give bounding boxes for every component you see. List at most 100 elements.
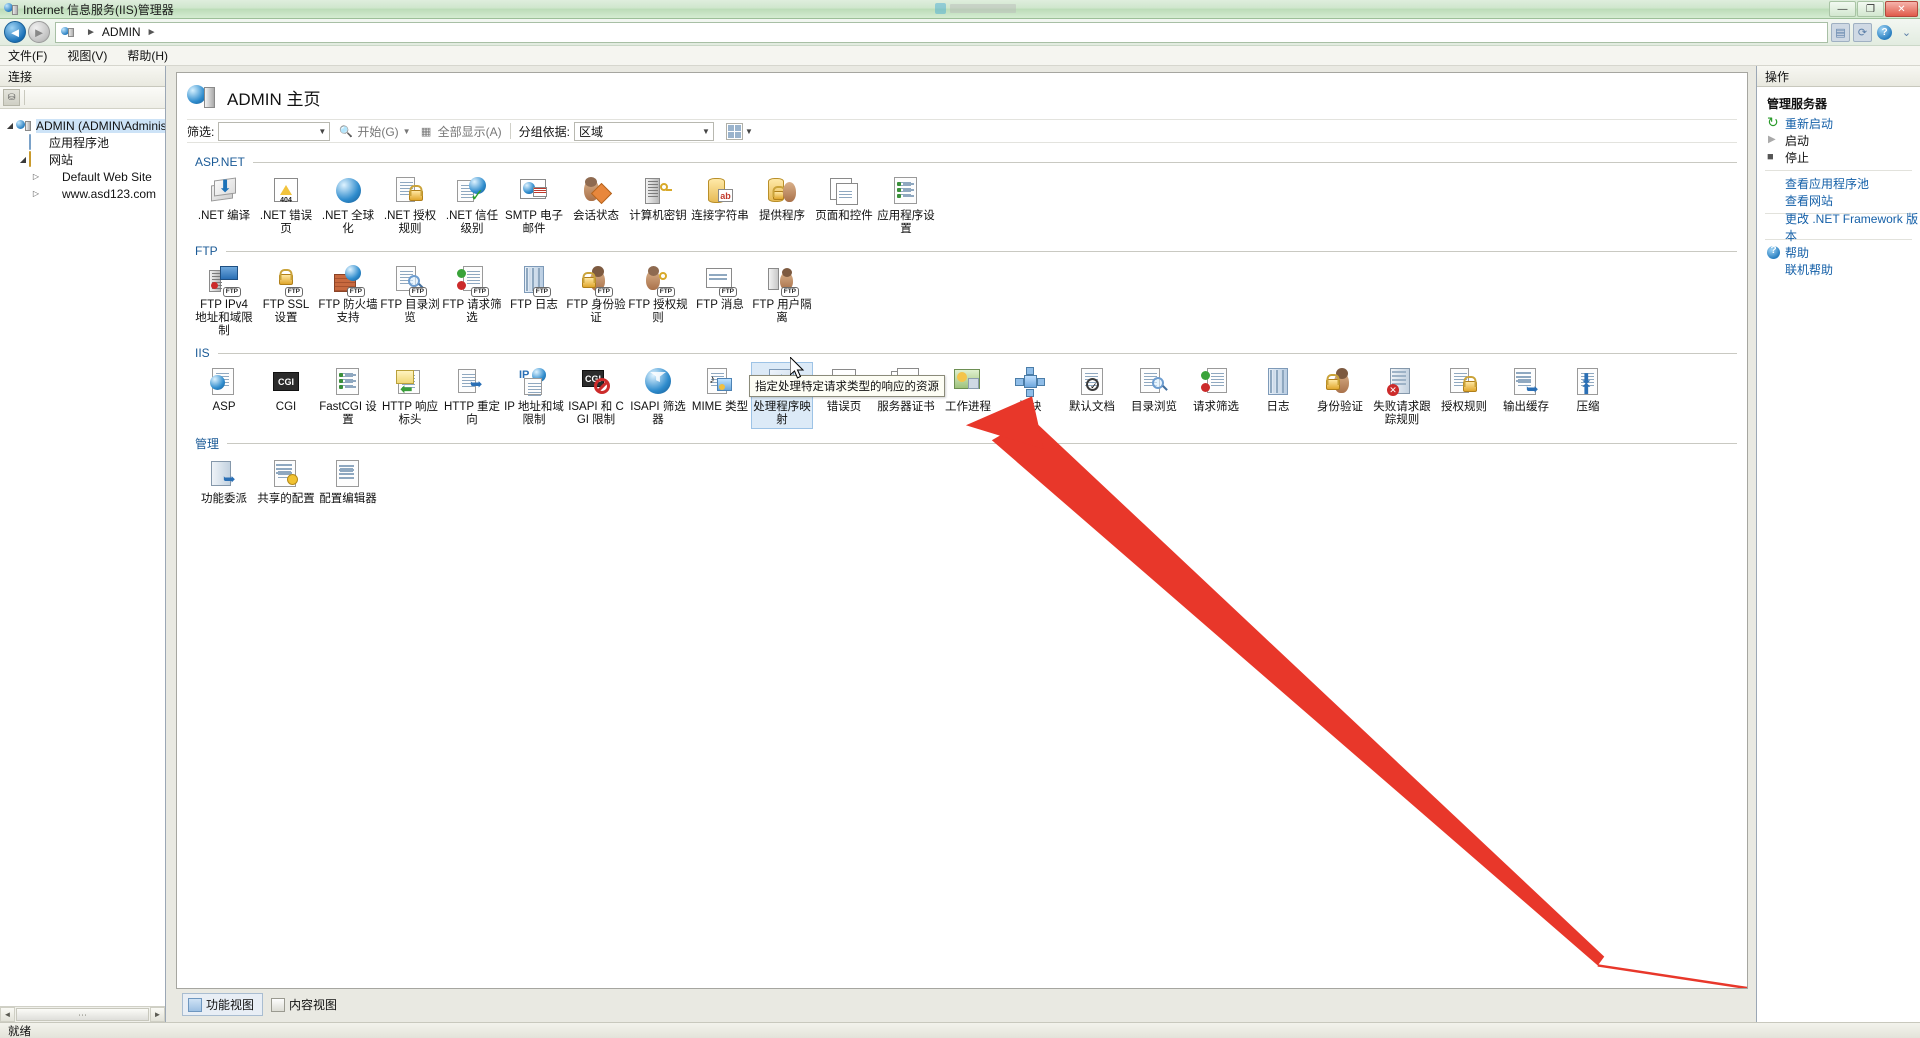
feature-item[interactable]: FTP FTP 身份验证 xyxy=(565,260,627,340)
feature-item[interactable]: FTP FTP IPv4 地址和域限制 xyxy=(193,260,255,340)
group-by-select[interactable]: 区域 ▼ xyxy=(573,121,714,141)
feature-item[interactable]: 计算机密钥 xyxy=(627,171,689,238)
go-button[interactable]: 🔍 开始(G) ▼ xyxy=(338,123,411,140)
tree-expander-icon[interactable]: ◢ xyxy=(4,121,16,130)
view-mode-button[interactable]: ▼ xyxy=(725,122,753,140)
forward-button[interactable]: ► xyxy=(28,21,50,43)
feature-item[interactable]: 提供程序 xyxy=(751,171,813,238)
help-icon[interactable]: ? xyxy=(1877,24,1892,40)
menu-item-file[interactable]: 文件(F) xyxy=(8,47,47,64)
feature-item[interactable]: FTP FTP 用户隔离 xyxy=(751,260,813,340)
action-item-0[interactable]: 重新启动 xyxy=(1757,114,1920,132)
feature-item[interactable]: 目录浏览 xyxy=(1123,362,1185,429)
tab-features-view[interactable]: 功能视图 xyxy=(182,993,264,1016)
tab-content-view[interactable]: 内容视图 xyxy=(265,993,346,1016)
feature-item[interactable]: FTP FTP 防火墙支持 xyxy=(317,260,379,340)
filter-input[interactable]: ▼ xyxy=(218,121,331,141)
feature-item[interactable]: SMTP 电子邮件 xyxy=(503,171,565,238)
feature-item[interactable]: 日志 xyxy=(1247,362,1309,429)
feature-item[interactable]: FTP FTP 目录浏览 xyxy=(379,260,441,340)
feature-item[interactable]: ab 连接字符串 xyxy=(689,171,751,238)
feature-item[interactable]: 模块 xyxy=(999,362,1061,429)
feature-item[interactable]: 请求筛选 xyxy=(1185,362,1247,429)
action-item-6[interactable]: 帮助 xyxy=(1757,244,1920,261)
hscroll-left-arrow[interactable]: ◄ xyxy=(0,1007,15,1022)
action-item-5[interactable]: 更改 .NET Framework 版本 xyxy=(1757,212,1920,243)
feature-item[interactable]: 共享的配置 xyxy=(255,454,317,508)
feature-item[interactable]: ✓ .NET 信任级别 xyxy=(441,171,503,238)
menu-item-help[interactable]: 帮助(H) xyxy=(127,47,168,64)
action-item-2[interactable]: 停止 xyxy=(1757,149,1920,166)
show-all-button[interactable]: ▦ 全部显示(A) xyxy=(419,123,502,140)
panel-toggle-icon[interactable]: ▤ xyxy=(1831,22,1850,42)
feature-item[interactable]: ASP xyxy=(193,362,255,429)
feature-item[interactable]: ✓ 默认文档 xyxy=(1061,362,1123,429)
help-icon-wrap[interactable]: ? xyxy=(1875,23,1894,42)
feature-item[interactable]: 工作进程 xyxy=(937,362,999,429)
connect-icon[interactable]: ⛁ xyxy=(3,89,20,106)
feature-item[interactable]: ⬅ HTTP 响应标头 xyxy=(379,362,441,429)
feature-item[interactable]: 授权规则 xyxy=(1433,362,1495,429)
close-button[interactable]: ✕ xyxy=(1885,1,1918,17)
connections-tree[interactable]: ◢ ADMIN (ADMIN\Administr 应用程序池 ◢ 网站 ▷ Default … xyxy=(0,109,165,1006)
feature-item[interactable]: 身份验证 xyxy=(1309,362,1371,429)
feature-item[interactable]: FTP FTP 消息 xyxy=(689,260,751,340)
go-dropdown-icon[interactable]: ▼ xyxy=(403,127,411,136)
ftp-logging-icon: FTP xyxy=(518,264,551,297)
feature-item[interactable]: ⬇ .NET 编译 xyxy=(193,171,255,238)
feature-item[interactable]: .NET 授权规则 xyxy=(379,171,441,238)
feature-item[interactable]: .NET 全球化 xyxy=(317,171,379,238)
feature-item[interactable]: ➥ 功能委派 xyxy=(193,454,255,508)
feature-item[interactable]: FTP FTP SSL 设置 xyxy=(255,260,317,340)
filter-dropdown-icon[interactable]: ▼ xyxy=(318,127,326,136)
breadcrumb[interactable]: ► ADMIN ► xyxy=(55,21,1828,43)
feature-item[interactable]: ➥ 输出缓存 xyxy=(1495,362,1557,429)
feature-item[interactable]: ✕ 失败请求跟踪规则 xyxy=(1371,362,1433,429)
tree-item-0[interactable]: ◢ ADMIN (ADMIN\Administr xyxy=(4,117,165,134)
action-item-1[interactable]: 启动 xyxy=(1757,132,1920,149)
tree-expander-icon[interactable]: ▷ xyxy=(30,172,42,181)
tree-item-3[interactable]: ▷ Default Web Site xyxy=(4,168,165,185)
feature-item[interactable]: CGI ISAPI 和 CGI 限制 xyxy=(565,362,627,429)
refresh-icon[interactable]: ⟳ xyxy=(1853,22,1872,42)
feature-item[interactable]: ISAPI 筛选器 xyxy=(627,362,689,429)
tree-item-4[interactable]: ▷ www.asd123.com xyxy=(4,185,165,202)
back-button[interactable]: ◄ xyxy=(4,21,26,43)
feature-item[interactable]: FTP FTP 授权规则 xyxy=(627,260,689,340)
logging-icon xyxy=(1262,366,1294,398)
maximize-button[interactable]: ❐ xyxy=(1857,1,1884,17)
breadcrumb-item-admin[interactable]: ADMIN xyxy=(102,25,141,39)
feature-item[interactable]: ⬇ ⬆ 压缩 xyxy=(1557,362,1619,429)
tree-item-2[interactable]: ◢ 网站 xyxy=(4,150,165,168)
hscroll-thumb[interactable]: ⋯ xyxy=(16,1008,149,1021)
feature-item[interactable]: IP IP 地址和域限制 xyxy=(503,362,565,429)
feature-item[interactable]: CGI CGI xyxy=(255,362,317,429)
minimize-button[interactable]: — xyxy=(1829,1,1856,17)
feature-item[interactable]: ➥ HTTP 重定向 xyxy=(441,362,503,429)
tree-expander-icon[interactable]: ▷ xyxy=(30,189,42,198)
feature-item[interactable]: 会话状态 xyxy=(565,171,627,238)
feature-item-label: 压缩 xyxy=(1576,401,1600,413)
feature-item[interactable]: FastCGI 设置 xyxy=(317,362,379,429)
feature-item-label: 配置编辑器 xyxy=(319,493,377,505)
chevron-down-icon[interactable]: ⌄ xyxy=(1897,23,1916,42)
hscroll-right-arrow[interactable]: ► xyxy=(150,1007,165,1022)
view-dropdown-icon[interactable]: ▼ xyxy=(745,127,753,136)
feature-item[interactable]: 404 .NET 错误页 xyxy=(255,171,317,238)
group-by-dropdown-icon[interactable]: ▼ xyxy=(702,127,710,136)
tree-expander-icon[interactable]: ◢ xyxy=(17,155,29,164)
action-item-3[interactable]: 查看应用程序池 xyxy=(1757,175,1920,192)
menu-item-view[interactable]: 视图(V) xyxy=(67,47,107,64)
feature-item[interactable]: 页面和控件 xyxy=(813,171,875,238)
action-item-4[interactable]: 查看网站 xyxy=(1757,192,1920,209)
feature-item[interactable]: 配置编辑器 xyxy=(317,454,379,508)
feature-item[interactable]: 应用程序设置 xyxy=(875,171,937,238)
actions-group-title: 管理服务器 xyxy=(1767,97,1828,111)
action-item-7[interactable]: 联机帮助 xyxy=(1757,261,1920,278)
tree-item-1[interactable]: 应用程序池 xyxy=(4,133,165,151)
connections-hscrollbar[interactable]: ◄ ⋯ ► xyxy=(0,1006,165,1022)
window-caption-buttons[interactable]: — ❐ ✕ xyxy=(1829,1,1918,17)
feature-item[interactable]: FTP FTP 请求筛选 xyxy=(441,260,503,340)
feature-item[interactable]: ♪ MIME 类型 xyxy=(689,362,751,429)
feature-item[interactable]: FTP FTP 日志 xyxy=(503,260,565,340)
